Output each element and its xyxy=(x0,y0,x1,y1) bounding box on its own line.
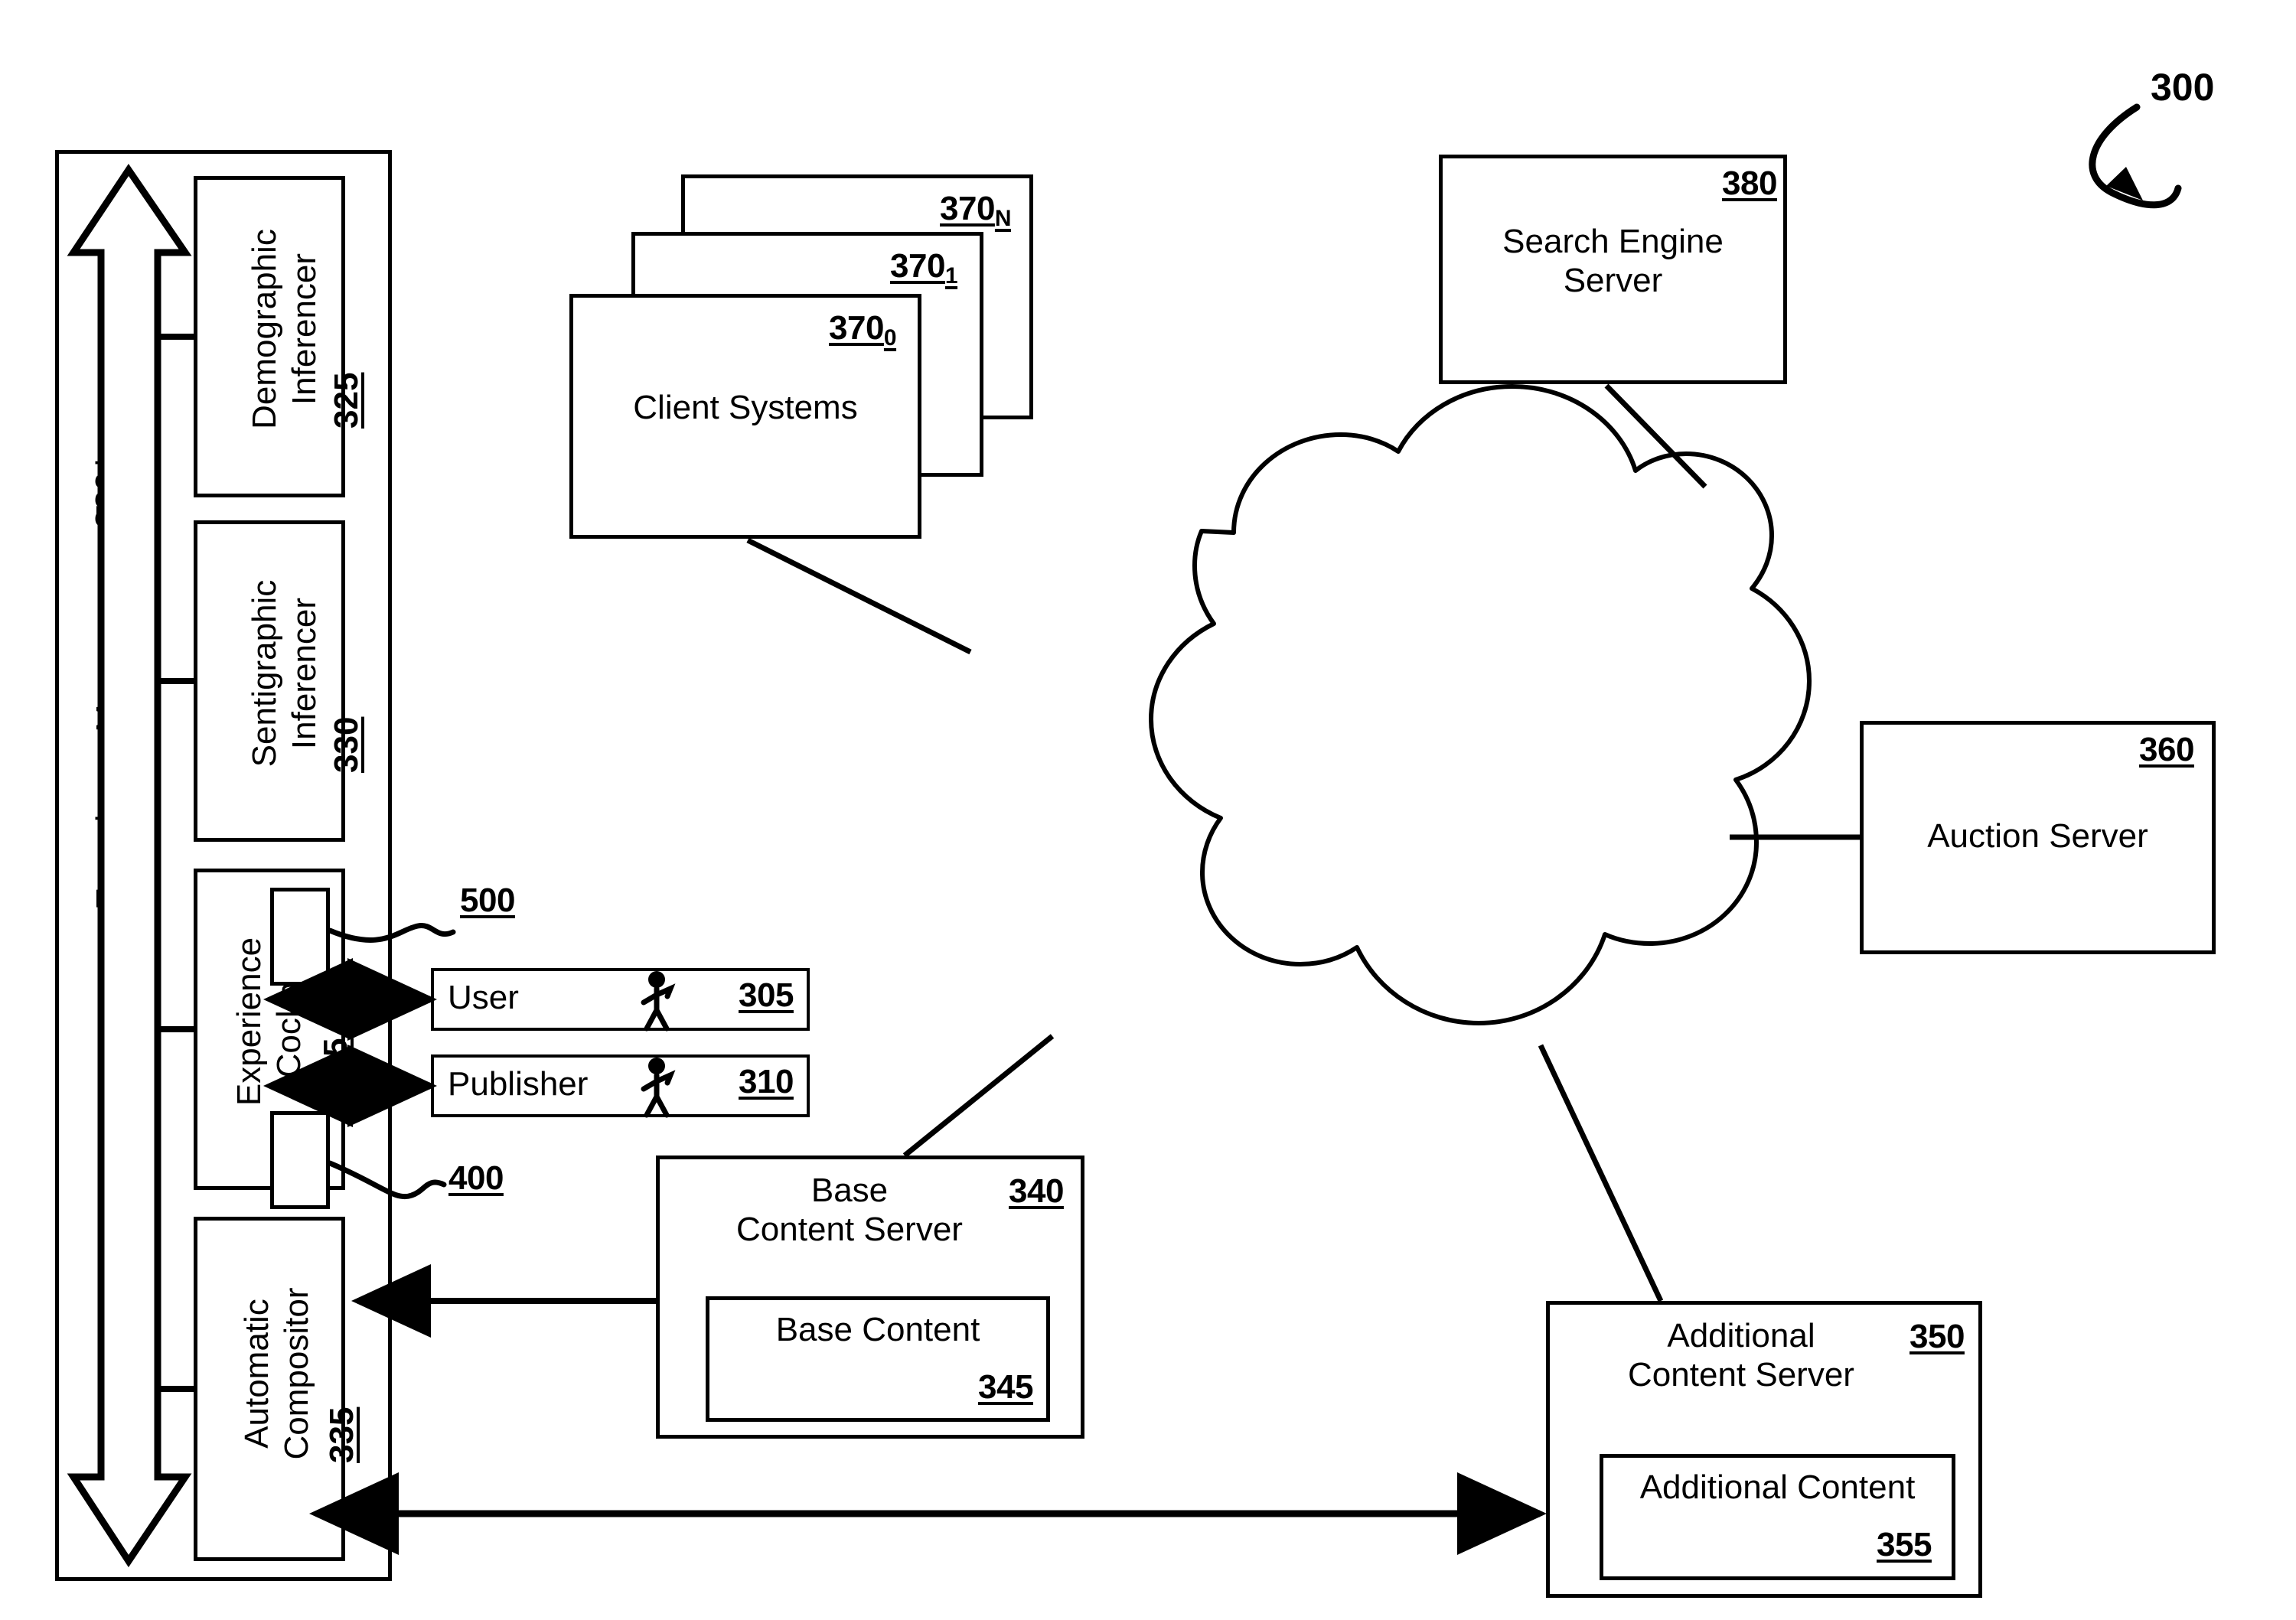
additional-content-server-ref: 350 xyxy=(1910,1318,1965,1355)
cockpit-slot-bottom-ref: 400 xyxy=(448,1159,504,1197)
actor-user-label: User xyxy=(448,979,519,1016)
client-system-ref-1: 3701 xyxy=(890,247,958,288)
base-content-store-ref: 345 xyxy=(978,1368,1033,1406)
demographic-inferencer-ref: 325 xyxy=(328,372,365,429)
additional-content-server-label: Additional Content Server xyxy=(1628,1317,1854,1394)
search-engine-server-ref: 380 xyxy=(1722,165,1777,202)
connector-network-to-additional-content xyxy=(1538,1044,1664,1302)
sentigraphic-inferencer-ref: 330 xyxy=(328,716,365,773)
auction-server-ref: 360 xyxy=(2139,731,2194,768)
base-content-server-ref: 340 xyxy=(1009,1172,1064,1210)
automatic-compositor-label: Automatic Compositor xyxy=(238,1287,315,1460)
base-content-server-label: Base Content Server xyxy=(736,1172,963,1249)
cockpit-slot-bottom[interactable] xyxy=(270,1111,330,1209)
actor-publisher-ref: 310 xyxy=(739,1063,794,1100)
cockpit-slot-top-ref: 500 xyxy=(460,882,515,919)
base-content-store-label: Base Content xyxy=(775,1311,980,1348)
actor-user-ref: 305 xyxy=(739,976,794,1014)
client-system-ref-n: 370N xyxy=(940,190,1012,231)
additional-content-store-ref: 355 xyxy=(1877,1526,1932,1563)
search-engine-server-label: Search Engine Server xyxy=(1502,223,1724,300)
auction-server-label: Auction Server xyxy=(1927,817,2148,855)
diagram-canvas: 300 Experience Management Engine 320 Dem… xyxy=(0,0,2296,1620)
additional-content-store-label: Additional Content xyxy=(1639,1468,1916,1506)
network-cloud[interactable] xyxy=(1149,384,1812,1025)
cockpit-slot-top[interactable] xyxy=(270,888,330,986)
connector-network-to-base-content xyxy=(902,1034,1055,1158)
client-systems-label: Client Systems xyxy=(633,389,858,426)
actor-publisher-label: Publisher xyxy=(448,1065,589,1103)
sentigraphic-inferencer-label: Sentigraphic Inferencer xyxy=(246,579,323,768)
figure-number: 300 xyxy=(2151,66,2215,109)
connector-clients-to-network xyxy=(746,537,972,655)
figure-callout-arrow xyxy=(2089,103,2182,209)
client-system-ref-0: 3700 xyxy=(829,309,897,350)
automatic-compositor-ref: 335 xyxy=(323,1406,360,1463)
demographic-inferencer-label: Demographic Inferencer xyxy=(246,229,323,429)
